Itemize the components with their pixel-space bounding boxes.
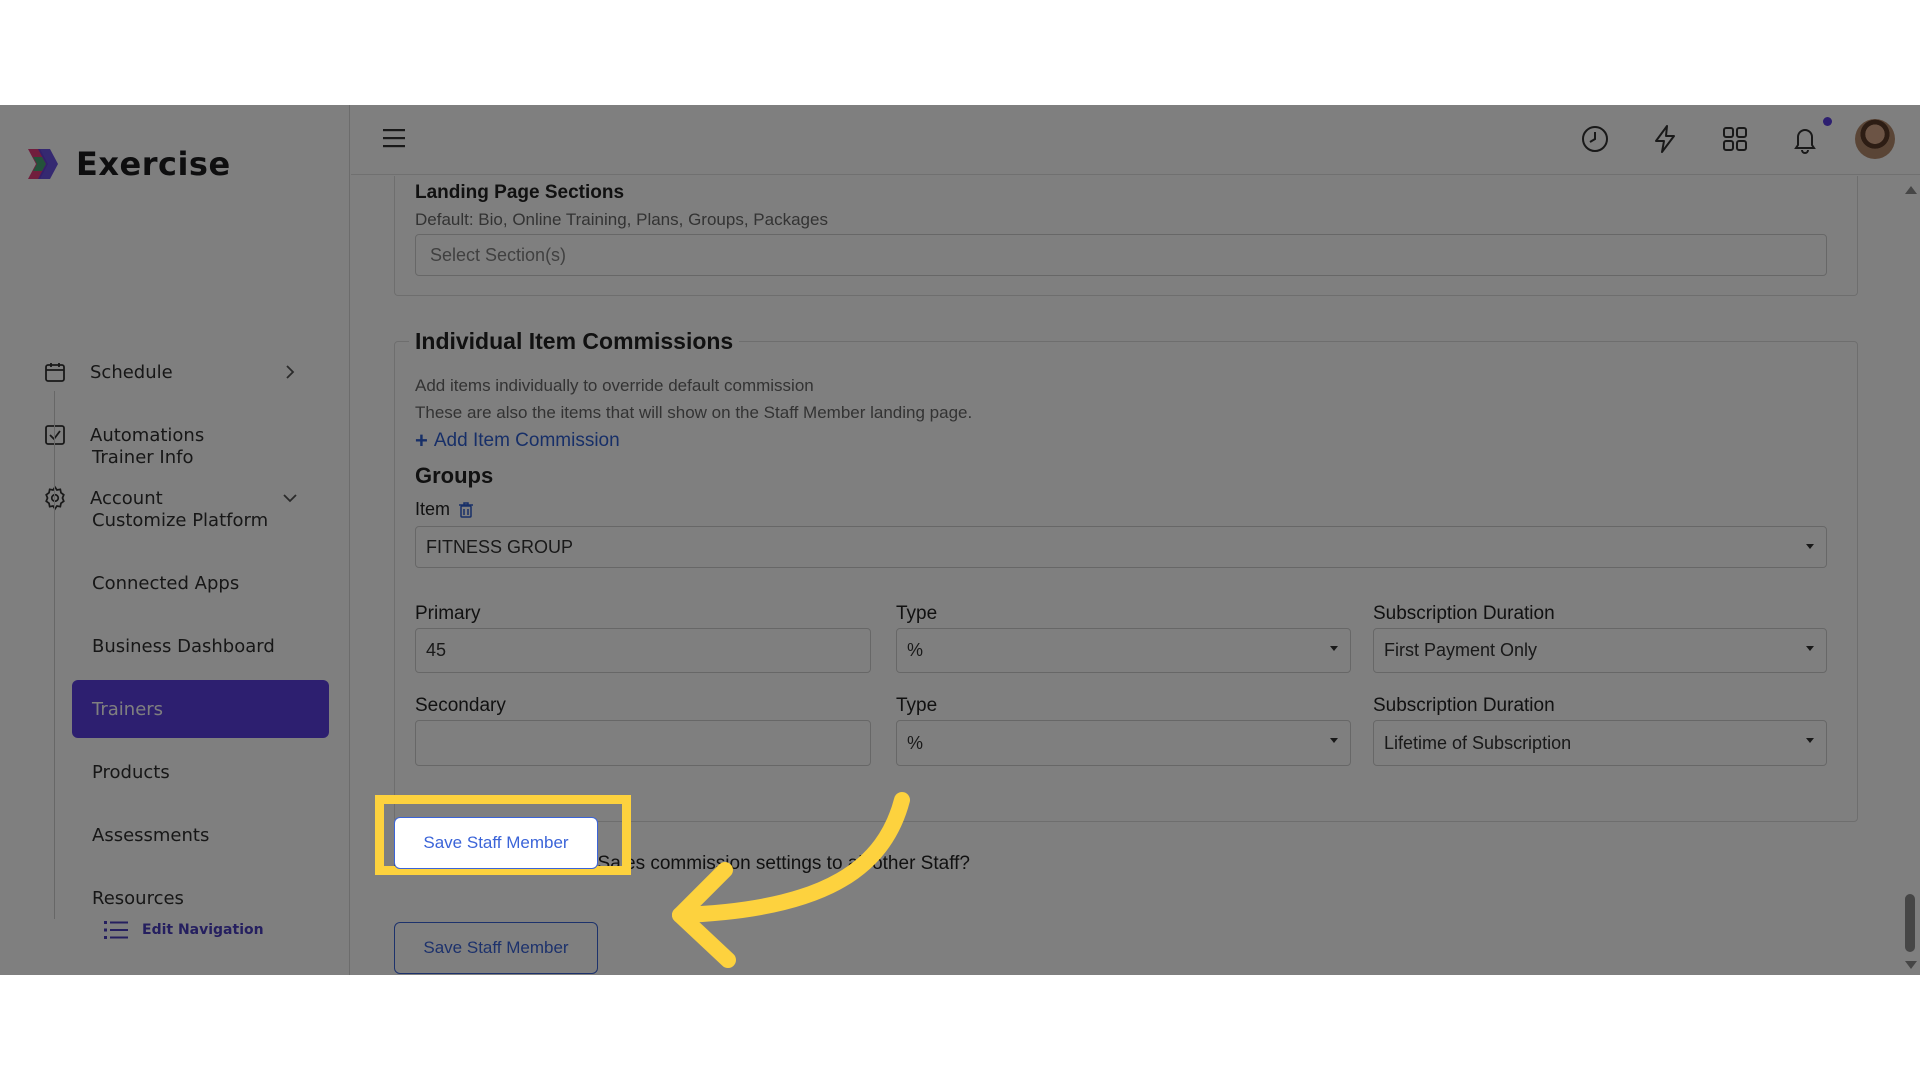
item-label-row: Item [415, 499, 474, 520]
plus-icon: + [415, 428, 428, 453]
type-label-1: Type [896, 603, 938, 624]
duration-select-1[interactable]: First Payment Only [1373, 628, 1827, 673]
sidebar-item-label: Schedule [90, 361, 173, 383]
sidebar-sub-trainer-info[interactable]: Trainer Info [92, 437, 193, 477]
sidebar-item-schedule[interactable]: Schedule [40, 350, 310, 394]
brand-name: Exercise [76, 145, 231, 183]
type-select-2[interactable]: % [896, 720, 1351, 766]
caret-down-icon [1806, 544, 1814, 549]
add-item-commission-label: Add Item Commission [433, 430, 620, 451]
sidebar-sub-customize-platform[interactable]: Customize Platform [92, 500, 268, 540]
grid-icon[interactable] [1719, 123, 1751, 155]
scroll-down-arrow-icon[interactable] [1905, 961, 1917, 969]
scroll-up-arrow-icon[interactable] [1905, 186, 1917, 194]
item-select[interactable]: FITNESS GROUP [415, 526, 1827, 568]
add-item-commission-link[interactable]: + Add Item Commission [415, 428, 620, 454]
type-select-1[interactable]: % [896, 628, 1351, 673]
sidebar-sub-connected-apps[interactable]: Connected Apps [92, 563, 239, 603]
trash-icon[interactable] [458, 501, 474, 518]
commissions-desc-2: These are also the items that will show … [415, 403, 973, 422]
groups-title: Groups [415, 463, 494, 488]
gear-icon [40, 483, 70, 513]
type-label-2: Type [896, 695, 938, 716]
chevron-down-icon [283, 494, 297, 503]
hamburger-menu-icon[interactable] [381, 127, 407, 149]
commissions-desc-1: Add items individually to override defau… [415, 376, 814, 395]
sidebar-sub-products[interactable]: Products [92, 752, 170, 792]
scrollbar[interactable] [1901, 176, 1920, 975]
pointer-arrow-icon [672, 792, 910, 968]
sidebar-sub-trainers[interactable]: Trainers [72, 680, 329, 738]
secondary-label: Secondary [415, 695, 506, 716]
item-label: Item [415, 499, 451, 519]
avatar[interactable] [1855, 119, 1895, 159]
notification-dot [1823, 117, 1832, 126]
scroll-thumb[interactable] [1905, 894, 1915, 952]
subnav-divider [54, 391, 55, 919]
edit-navigation-link[interactable]: Edit Navigation [104, 920, 264, 940]
calendar-icon [40, 357, 70, 387]
edit-navigation-label: Edit Navigation [142, 922, 264, 938]
caret-down-icon [1330, 646, 1338, 651]
app-frame: Exercise Schedule Automations Account Tr… [0, 105, 1920, 975]
duration-label-1: Subscription Duration [1373, 603, 1555, 624]
landing-title: Landing Page Sections [415, 182, 625, 203]
type-select-2-value: % [907, 732, 924, 753]
primary-input[interactable]: 45 [415, 628, 871, 673]
commissions-title: Individual Item Commissions [409, 328, 740, 355]
item-select-value: FITNESS GROUP [426, 536, 574, 557]
topbar [351, 105, 1920, 175]
bell-icon[interactable] [1789, 123, 1821, 155]
caret-down-icon [1330, 738, 1338, 743]
duration-select-2-value: Lifetime of Subscription [1384, 732, 1572, 753]
checkbox-icon [40, 420, 70, 450]
caret-down-icon [1806, 738, 1814, 743]
type-select-1-value: % [907, 640, 924, 660]
brand[interactable]: Exercise [24, 145, 231, 183]
duration-label-2: Subscription Duration [1373, 695, 1555, 716]
lightning-icon[interactable] [1649, 123, 1681, 155]
sidebar-sub-business-dashboard[interactable]: Business Dashboard [92, 626, 275, 666]
save-staff-member-button-base: Save Staff Member [394, 922, 598, 974]
primary-label: Primary [415, 603, 481, 624]
landing-sections-select[interactable]: Select Section(s) [415, 234, 1827, 276]
duration-select-2[interactable]: Lifetime of Subscription [1373, 720, 1827, 766]
sidebar-sub-assessments[interactable]: Assessments [92, 815, 209, 855]
list-icon [104, 921, 128, 939]
sidebar-sub-resources[interactable]: Resources [92, 878, 184, 918]
chevron-right-icon [286, 365, 295, 379]
save-staff-member-button[interactable]: Save Staff Member [394, 817, 598, 869]
secondary-input[interactable] [415, 720, 871, 766]
landing-default-text: Default: Bio, Online Training, Plans, Gr… [415, 210, 828, 229]
brand-logo-icon [28, 149, 58, 179]
duration-select-1-value: First Payment Only [1384, 640, 1538, 660]
caret-down-icon [1806, 646, 1814, 651]
sidebar: Exercise Schedule Automations Account Tr… [0, 105, 350, 975]
history-icon[interactable] [1579, 123, 1611, 155]
